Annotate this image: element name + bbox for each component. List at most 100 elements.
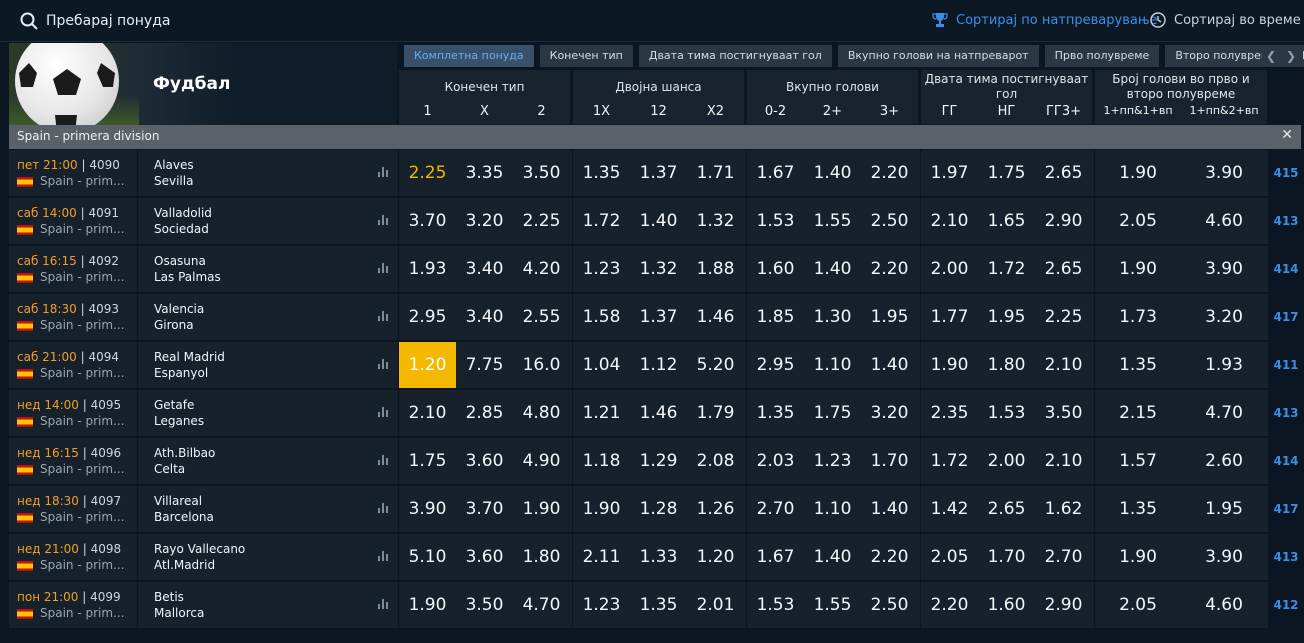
odd-cell[interactable]: 4.80 [513,390,570,436]
tab-total-goals[interactable]: Вкупно голови на натпреварот [837,45,1039,67]
odd-cell[interactable]: 1.53 [747,582,804,628]
chevron-right-icon[interactable]: ❯ [1282,45,1300,67]
odd-cell[interactable]: 1.77 [921,294,978,340]
odd-cell[interactable]: 2.10 [1035,438,1092,484]
odd-cell[interactable]: 4.60 [1181,582,1267,628]
odd-cell[interactable]: 2.60 [1181,438,1267,484]
odd-cell[interactable]: 1.20 [687,534,744,580]
odd-cell[interactable]: 1.75 [399,438,456,484]
odd-cell[interactable]: 1.93 [1181,342,1267,388]
odd-cell[interactable]: 2.05 [1095,198,1181,244]
odd-cell[interactable]: 3.60 [456,438,513,484]
sort-by-competition-button[interactable]: Сортирај по натпреварување [932,12,1158,28]
odd-cell[interactable]: 1.55 [804,198,861,244]
odd-cell[interactable]: 2.10 [921,198,978,244]
odd-cell[interactable]: 1.85 [747,294,804,340]
tab-full-offer[interactable]: Комплетна понуда [404,45,534,67]
match-teams[interactable]: Alaves Sevilla [138,150,398,196]
odd-cell[interactable]: 1.46 [630,390,687,436]
odd-cell[interactable]: 2.20 [861,150,918,196]
search-icon[interactable] [20,12,38,30]
odd-cell[interactable]: 7.75 [456,342,513,388]
odd-cell[interactable]: 1.93 [399,246,456,292]
match-teams[interactable]: Valencia Girona [138,294,398,340]
odd-cell[interactable]: 3.90 [1181,150,1267,196]
odd-cell[interactable]: 1.75 [804,390,861,436]
odd-cell[interactable]: 2.35 [921,390,978,436]
odd-cell[interactable]: 1.72 [921,438,978,484]
odd-cell[interactable]: 2.90 [1035,582,1092,628]
odd-cell[interactable]: 2.25 [513,198,570,244]
odd-cell[interactable]: 1.90 [1095,150,1181,196]
odd-cell[interactable]: 1.90 [399,582,456,628]
odd-cell[interactable]: 3.35 [456,150,513,196]
more-markets-link[interactable]: 412 [1271,582,1301,628]
odd-cell[interactable]: 1.23 [804,438,861,484]
odd-cell[interactable]: 1.80 [513,534,570,580]
odd-cell[interactable]: 2.20 [861,246,918,292]
odd-cell[interactable]: 2.50 [861,198,918,244]
odd-cell[interactable]: 2.20 [861,534,918,580]
odd-cell[interactable]: 1.57 [1095,438,1181,484]
match-teams[interactable]: Villareal Barcelona [138,486,398,532]
odd-cell[interactable]: 1.67 [747,534,804,580]
stats-icon[interactable] [378,455,388,465]
search-input[interactable]: Пребарај понуда [46,13,170,29]
odd-cell[interactable]: 1.72 [573,198,630,244]
odd-cell[interactable]: 1.88 [687,246,744,292]
odd-cell[interactable]: 1.71 [687,150,744,196]
odd-cell[interactable]: 1.18 [573,438,630,484]
stats-icon[interactable] [378,311,388,321]
odd-cell[interactable]: 2.00 [921,246,978,292]
more-markets-link[interactable]: 414 [1271,246,1301,292]
odd-cell[interactable]: 2.70 [1035,534,1092,580]
odd-cell[interactable]: 1.12 [630,342,687,388]
match-teams[interactable]: Ath.Bilbao Celta [138,438,398,484]
odd-cell[interactable]: 1.70 [978,534,1035,580]
stats-icon[interactable] [378,599,388,609]
odd-cell[interactable]: 1.40 [804,150,861,196]
odd-cell[interactable]: 1.80 [978,342,1035,388]
odd-cell[interactable]: 2.11 [573,534,630,580]
close-icon[interactable]: ✕ [1281,127,1293,143]
stats-icon[interactable] [378,359,388,369]
more-markets-link[interactable]: 415 [1271,150,1301,196]
odd-cell[interactable]: 3.90 [1181,534,1267,580]
odd-cell[interactable]: 1.28 [630,486,687,532]
stats-icon[interactable] [378,215,388,225]
odd-cell[interactable]: 3.20 [1181,294,1267,340]
odd-cell[interactable]: 3.40 [456,294,513,340]
odd-cell[interactable]: 2.01 [687,582,744,628]
odd-cell[interactable]: 2.85 [456,390,513,436]
odd-cell[interactable]: 1.90 [573,486,630,532]
odd-cell[interactable]: 1.33 [630,534,687,580]
odd-cell[interactable]: 3.50 [456,582,513,628]
odd-cell[interactable]: 1.67 [747,150,804,196]
odd-cell[interactable]: 4.70 [1181,390,1267,436]
odd-cell[interactable]: 2.25 [399,150,456,196]
odd-cell[interactable]: 1.40 [861,342,918,388]
odd-cell[interactable]: 2.95 [747,342,804,388]
odd-cell[interactable]: 1.40 [804,246,861,292]
odd-cell[interactable]: 1.55 [804,582,861,628]
odd-cell[interactable]: 1.90 [513,486,570,532]
odd-cell[interactable]: 1.70 [861,438,918,484]
odd-cell[interactable]: 1.73 [1095,294,1181,340]
odd-cell[interactable]: 2.08 [687,438,744,484]
odd-cell[interactable]: 3.20 [456,198,513,244]
odd-cell[interactable]: 4.90 [513,438,570,484]
odd-cell[interactable]: 2.70 [747,486,804,532]
odd-cell[interactable]: 3.20 [861,390,918,436]
more-markets-link[interactable]: 414 [1271,438,1301,484]
odd-cell[interactable]: 3.90 [399,486,456,532]
stats-icon[interactable] [378,167,388,177]
odd-cell[interactable]: 1.53 [747,198,804,244]
stats-icon[interactable] [378,263,388,273]
odd-cell[interactable]: 2.10 [1035,342,1092,388]
odd-cell[interactable]: 1.10 [804,342,861,388]
match-teams[interactable]: Getafe Leganes [138,390,398,436]
more-markets-link[interactable]: 413 [1271,390,1301,436]
odd-cell[interactable]: 2.20 [921,582,978,628]
odd-cell[interactable]: 2.65 [1035,150,1092,196]
odd-cell[interactable]: 1.35 [630,582,687,628]
